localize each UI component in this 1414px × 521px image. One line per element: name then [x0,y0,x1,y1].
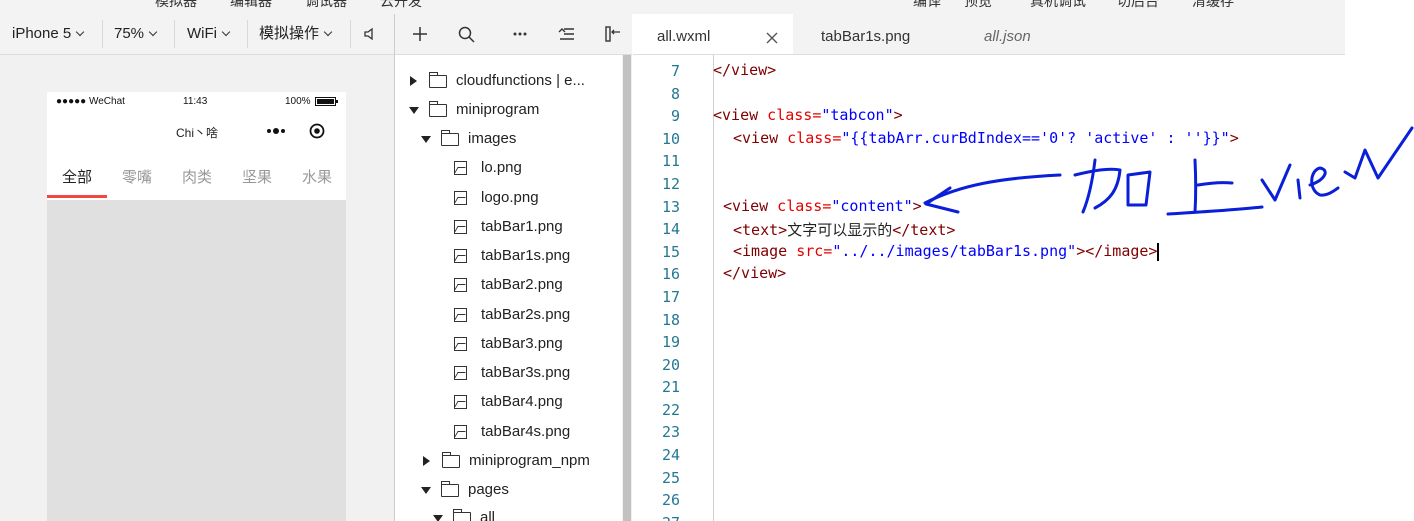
glyph-shang-stroke [1166,205,1264,216]
glyph-jia-stroke [1081,158,1097,214]
handwritten-annotation [923,126,1414,216]
glyph-w [1343,126,1414,180]
glyph-i [1296,178,1302,200]
glyph-shang-stroke [1193,158,1198,214]
arrow-shaft [923,173,1062,205]
glyph-jia-stroke [1073,167,1122,210]
glyph-jia-box [1126,170,1152,207]
glyph-e [1308,166,1340,197]
glyph-shang-stroke [1196,181,1234,187]
glyph-v [1260,163,1292,202]
